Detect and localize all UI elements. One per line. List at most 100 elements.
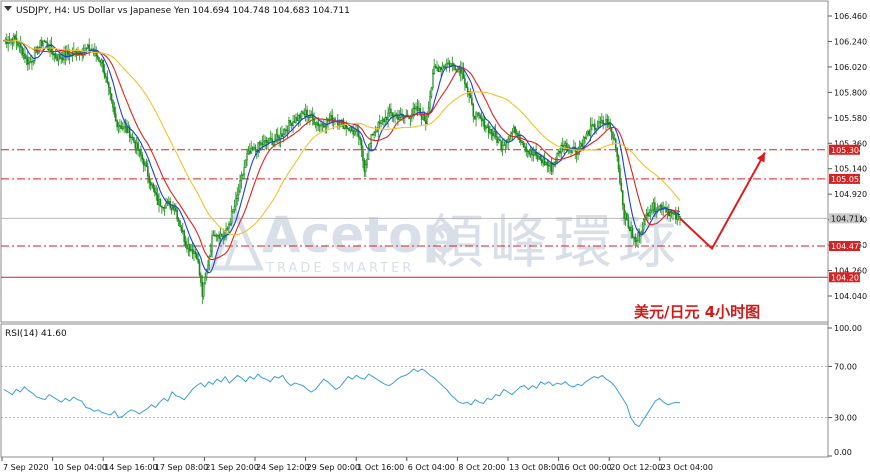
price-tick-label: 105.800 bbox=[834, 88, 867, 97]
candle-body bbox=[673, 212, 676, 215]
candle-body bbox=[173, 207, 176, 210]
rsi-panel-frame bbox=[0, 323, 829, 458]
candle-body bbox=[43, 40, 46, 43]
candle-body bbox=[216, 234, 219, 237]
candle-body bbox=[198, 261, 201, 276]
candle-body bbox=[464, 78, 466, 85]
candle-body bbox=[174, 207, 177, 211]
time-tick-label: 6 Oct 04:00 bbox=[408, 463, 455, 472]
level-tag-label: 105.304 bbox=[831, 146, 864, 155]
candle-body bbox=[524, 146, 526, 148]
chart-header: USDJPY, H4: US Dollar vs Japanese Yen 10… bbox=[4, 6, 350, 16]
time-tick-label: 10 Sep 04:00 bbox=[54, 463, 107, 472]
candle-body bbox=[96, 55, 99, 58]
candle-body bbox=[161, 205, 163, 208]
candle-body bbox=[675, 212, 677, 220]
candle-body bbox=[324, 125, 327, 128]
candle-body bbox=[260, 142, 262, 146]
price-tick-label: 105.140 bbox=[834, 165, 867, 174]
candle-body bbox=[619, 168, 621, 184]
candle-body bbox=[10, 39, 12, 41]
candle-body bbox=[512, 126, 515, 133]
candle-body bbox=[218, 234, 220, 239]
candle-body bbox=[483, 118, 486, 130]
candle-body bbox=[466, 87, 469, 93]
candle-body bbox=[24, 53, 26, 59]
candle-body bbox=[465, 83, 468, 88]
candle-body bbox=[554, 161, 557, 163]
candle-body bbox=[283, 129, 286, 135]
candle-body bbox=[363, 160, 366, 172]
candle-body bbox=[18, 43, 21, 47]
candle-body bbox=[320, 123, 322, 126]
candle-body bbox=[200, 274, 202, 283]
candle-body bbox=[201, 282, 204, 297]
candle-body bbox=[529, 150, 532, 155]
time-tick-label: 17 Sep 08:00 bbox=[155, 463, 208, 472]
candle-body bbox=[268, 137, 271, 143]
candle-body bbox=[353, 131, 356, 135]
candle-body bbox=[267, 142, 269, 144]
candle-body bbox=[592, 123, 595, 127]
candle-body bbox=[598, 121, 600, 128]
time-axis: 7 Sep 2020 10 Sep 04:0014 Sep 16:0017 Sep… bbox=[1, 457, 713, 472]
time-tick-label: 20 Oct 12:00 bbox=[610, 463, 662, 472]
candle-body bbox=[54, 53, 57, 58]
candle-body bbox=[378, 122, 381, 124]
candle-body bbox=[600, 120, 603, 124]
candle-body bbox=[21, 47, 23, 56]
rsi-tick-label: 0.00 bbox=[834, 448, 852, 457]
candle-body bbox=[7, 41, 9, 44]
candle-body bbox=[443, 65, 445, 68]
candle-body bbox=[123, 126, 125, 129]
candle-body bbox=[98, 57, 100, 62]
candle-body bbox=[587, 130, 589, 135]
level-tag-label: 105.052 bbox=[831, 175, 864, 184]
symbol-line: USDJPY, H4: US Dollar vs Japanese Yen 10… bbox=[16, 6, 350, 16]
price-tick-label: 106.240 bbox=[834, 37, 867, 46]
candle-body bbox=[419, 107, 422, 115]
candle-body bbox=[496, 136, 498, 143]
candle-body bbox=[285, 129, 287, 131]
candle-body bbox=[493, 131, 496, 137]
rsi-tick-label: 30.00 bbox=[834, 414, 857, 423]
candle-body bbox=[119, 124, 121, 127]
candle-body bbox=[254, 146, 257, 150]
candle-body bbox=[437, 67, 440, 72]
candle-body bbox=[304, 109, 307, 116]
time-tick-label: 8 Oct 20:00 bbox=[458, 463, 505, 472]
candle-body bbox=[398, 117, 401, 120]
candle-body bbox=[359, 137, 361, 141]
candle-body bbox=[232, 209, 234, 212]
candle-body bbox=[109, 87, 111, 95]
candle-body bbox=[469, 94, 472, 99]
candle-body bbox=[345, 124, 347, 129]
candle-body bbox=[113, 106, 116, 115]
candle-body bbox=[195, 253, 198, 260]
time-tick-label: 29 Sep 00:00 bbox=[307, 463, 360, 472]
candle-body bbox=[60, 57, 63, 59]
candle-body bbox=[221, 233, 223, 237]
candle-body bbox=[318, 125, 321, 127]
price-axis: 106.460 106.240 106.020 105.800 105.580 105.3… bbox=[828, 12, 867, 301]
candle-body bbox=[485, 127, 487, 130]
candle-body bbox=[281, 133, 283, 137]
candle-body bbox=[204, 276, 206, 284]
candle-body bbox=[499, 138, 501, 142]
candle-body bbox=[533, 152, 536, 156]
candle-body bbox=[566, 142, 568, 151]
candle-body bbox=[645, 213, 648, 216]
candle-body bbox=[56, 57, 58, 62]
candle-body bbox=[265, 140, 268, 143]
candle-body bbox=[141, 154, 144, 160]
candle-body bbox=[376, 130, 378, 133]
candle-body bbox=[243, 167, 246, 175]
time-tick-label: 7 Sep 2020 bbox=[3, 463, 49, 472]
candle-body bbox=[473, 115, 476, 120]
candle-body bbox=[155, 192, 158, 196]
candle-body bbox=[183, 230, 185, 242]
candle-body bbox=[214, 234, 216, 237]
candle-body bbox=[151, 183, 153, 186]
candle-body bbox=[42, 40, 44, 46]
candle-body bbox=[163, 207, 166, 209]
